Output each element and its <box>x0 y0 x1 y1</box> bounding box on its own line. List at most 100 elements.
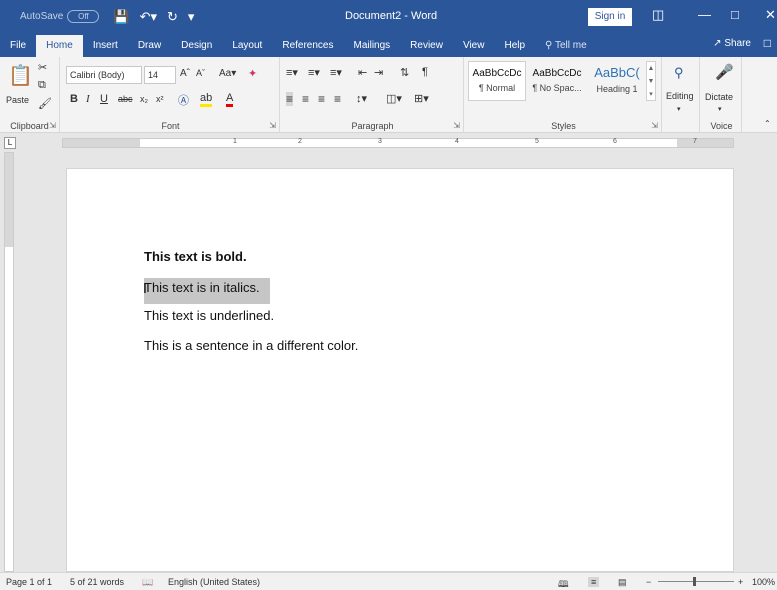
ruler-number: 1 <box>233 138 237 145</box>
tab-review[interactable]: Review <box>400 35 453 57</box>
style-normal[interactable]: AaBbCcDc ¶ Normal <box>468 61 526 101</box>
shading-icon[interactable]: ◫▾ <box>386 92 402 105</box>
align-right-icon[interactable]: ≡ <box>318 92 325 106</box>
share-button[interactable]: ↗ Share <box>713 33 751 55</box>
text-effects-icon[interactable]: Ⓐ <box>178 92 189 108</box>
borders-icon[interactable]: ⊞▾ <box>414 92 429 105</box>
grow-font-icon[interactable]: Aˆ <box>180 68 190 79</box>
page-count[interactable]: Page 1 of 1 <box>6 577 52 587</box>
tab-view[interactable]: View <box>453 35 495 57</box>
editing-button[interactable]: Editing <box>666 91 694 101</box>
zoom-slider-thumb[interactable] <box>693 577 696 586</box>
subscript-icon[interactable]: x₂ <box>140 94 148 104</box>
tab-file[interactable]: File <box>0 35 36 57</box>
styles-launcher-icon[interactable]: ⇲ <box>651 121 658 130</box>
tab-references[interactable]: References <box>272 35 343 57</box>
zoom-level[interactable]: 100% <box>752 577 775 587</box>
read-mode-icon[interactable]: 🕮 <box>558 577 569 590</box>
sort-icon[interactable]: ⇅ <box>400 66 409 79</box>
italic-text-line-selected[interactable]: This text is in italics. <box>144 278 270 304</box>
autosave-toggle[interactable]: Off <box>67 10 100 23</box>
tab-help[interactable]: Help <box>494 35 535 57</box>
justify-icon[interactable]: ≡ <box>334 92 341 106</box>
vertical-scrollbar[interactable] <box>762 152 777 572</box>
zoom-slider[interactable] <box>658 581 734 582</box>
customize-qat-icon[interactable]: ▾ <box>188 9 195 25</box>
share-label: Share <box>724 38 751 49</box>
style-heading-1[interactable]: AaBbC( Heading 1 <box>588 61 646 101</box>
tab-home[interactable]: Home <box>36 35 83 57</box>
font-launcher-icon[interactable]: ⇲ <box>269 121 276 130</box>
word-count[interactable]: 5 of 21 words <box>70 577 124 587</box>
change-case-icon[interactable]: Aa▾ <box>219 68 236 79</box>
underlined-text-line[interactable]: This text is underlined. <box>144 308 274 323</box>
tab-mailings[interactable]: Mailings <box>343 35 400 57</box>
shrink-font-icon[interactable]: Aˇ <box>196 68 205 78</box>
show-formatting-marks-icon[interactable]: ¶ <box>422 66 428 78</box>
multilevel-list-icon[interactable]: ≡▾ <box>330 66 342 79</box>
italic-icon[interactable]: I <box>86 93 90 105</box>
paste-icon[interactable]: 📋 <box>8 63 33 88</box>
tab-selector-icon[interactable]: L <box>4 137 16 149</box>
bullets-icon[interactable]: ≡▾ <box>286 66 298 79</box>
ruler-right-margin <box>677 139 733 147</box>
highlight-color-icon[interactable]: ab <box>200 92 213 107</box>
print-layout-icon[interactable]: ≡ <box>588 577 600 587</box>
dictate-dropdown-icon[interactable]: ▾ <box>718 105 722 113</box>
styles-gallery-scroll[interactable]: ▲ ▼ ▾ <box>646 61 656 101</box>
underline-icon[interactable]: U <box>100 93 108 105</box>
zoom-in-icon[interactable]: + <box>738 577 743 587</box>
clipboard-launcher-icon[interactable]: ⇲ <box>49 121 56 130</box>
editing-dropdown-icon[interactable]: ▾ <box>677 105 681 113</box>
search-icon[interactable]: ⚲ <box>674 65 684 81</box>
close-icon[interactable]: ✕ <box>765 7 776 23</box>
redo-icon[interactable]: ↻ <box>167 9 178 25</box>
tab-layout[interactable]: Layout <box>222 35 272 57</box>
sign-in-button[interactable]: Sign in <box>588 8 632 26</box>
cut-icon[interactable]: ✂ <box>38 61 47 74</box>
microphone-icon[interactable]: 🎤 <box>715 63 734 81</box>
numbering-icon[interactable]: ≡▾ <box>308 66 320 79</box>
autosave-control[interactable]: AutoSave Off <box>20 10 100 23</box>
colored-text-line[interactable]: This is a sentence in a different color. <box>144 338 358 353</box>
line-spacing-icon[interactable]: ↕▾ <box>356 92 367 105</box>
format-painter-icon[interactable]: 🖌 <box>38 97 52 110</box>
styles-group: AaBbCcDc ¶ Normal AaBbCcDc ¶ No Spac... … <box>466 57 662 133</box>
save-icon[interactable]: 💾 <box>113 9 129 25</box>
tab-draw[interactable]: Draw <box>128 35 171 57</box>
paste-button[interactable]: Paste <box>6 95 29 105</box>
collapse-ribbon-icon[interactable]: ⌃ <box>764 119 771 128</box>
maximize-icon[interactable]: □ <box>731 7 739 22</box>
dictate-button[interactable]: Dictate <box>705 92 733 102</box>
increase-indent-icon[interactable]: ⇥ <box>374 66 383 79</box>
copy-icon[interactable]: ⧉ <box>38 79 46 92</box>
clear-formatting-icon[interactable]: ✦ <box>248 67 257 80</box>
align-left-icon[interactable]: ≡ <box>286 92 294 106</box>
decrease-indent-icon[interactable]: ⇤ <box>358 66 367 79</box>
document-page[interactable]: This text is bold. This text is in itali… <box>66 168 734 572</box>
font-size-combo[interactable]: 14 <box>144 66 176 84</box>
ruler-number: 5 <box>535 138 539 145</box>
align-center-icon[interactable]: ≡ <box>302 92 309 106</box>
font-color-icon[interactable]: A <box>226 92 234 107</box>
paragraph-launcher-icon[interactable]: ⇲ <box>453 121 460 130</box>
style-no-spacing[interactable]: AaBbCcDc ¶ No Spac... <box>528 61 586 101</box>
font-name-combo[interactable]: Calibri (Body) <box>66 66 142 84</box>
comments-icon[interactable]: □ <box>764 36 771 50</box>
strikethrough-icon[interactable]: abc <box>118 94 133 104</box>
bold-icon[interactable]: B <box>70 93 78 105</box>
language-indicator[interactable]: English (United States) <box>168 577 260 587</box>
tab-design[interactable]: Design <box>171 35 222 57</box>
web-layout-icon[interactable]: ▤ <box>618 577 627 588</box>
undo-icon[interactable]: ↶▾ <box>140 9 157 25</box>
zoom-out-icon[interactable]: − <box>646 577 651 587</box>
ruler-bar[interactable]: 1 2 3 4 5 6 7 <box>62 138 734 148</box>
bold-text-line[interactable]: This text is bold. <box>144 249 247 264</box>
proofing-icon[interactable]: 📖 <box>142 577 153 588</box>
ribbon-display-options-icon[interactable]: ◫ <box>652 7 664 23</box>
ribbon: 📋 Paste ✂ ⧉ 🖌 Clipboard ⇲ Calibri (Body)… <box>0 57 777 133</box>
tell-me-search[interactable]: ⚲ Tell me <box>535 35 597 57</box>
tab-insert[interactable]: Insert <box>83 35 128 57</box>
superscript-icon[interactable]: x² <box>156 94 164 104</box>
minimize-icon[interactable]: — <box>698 7 711 22</box>
